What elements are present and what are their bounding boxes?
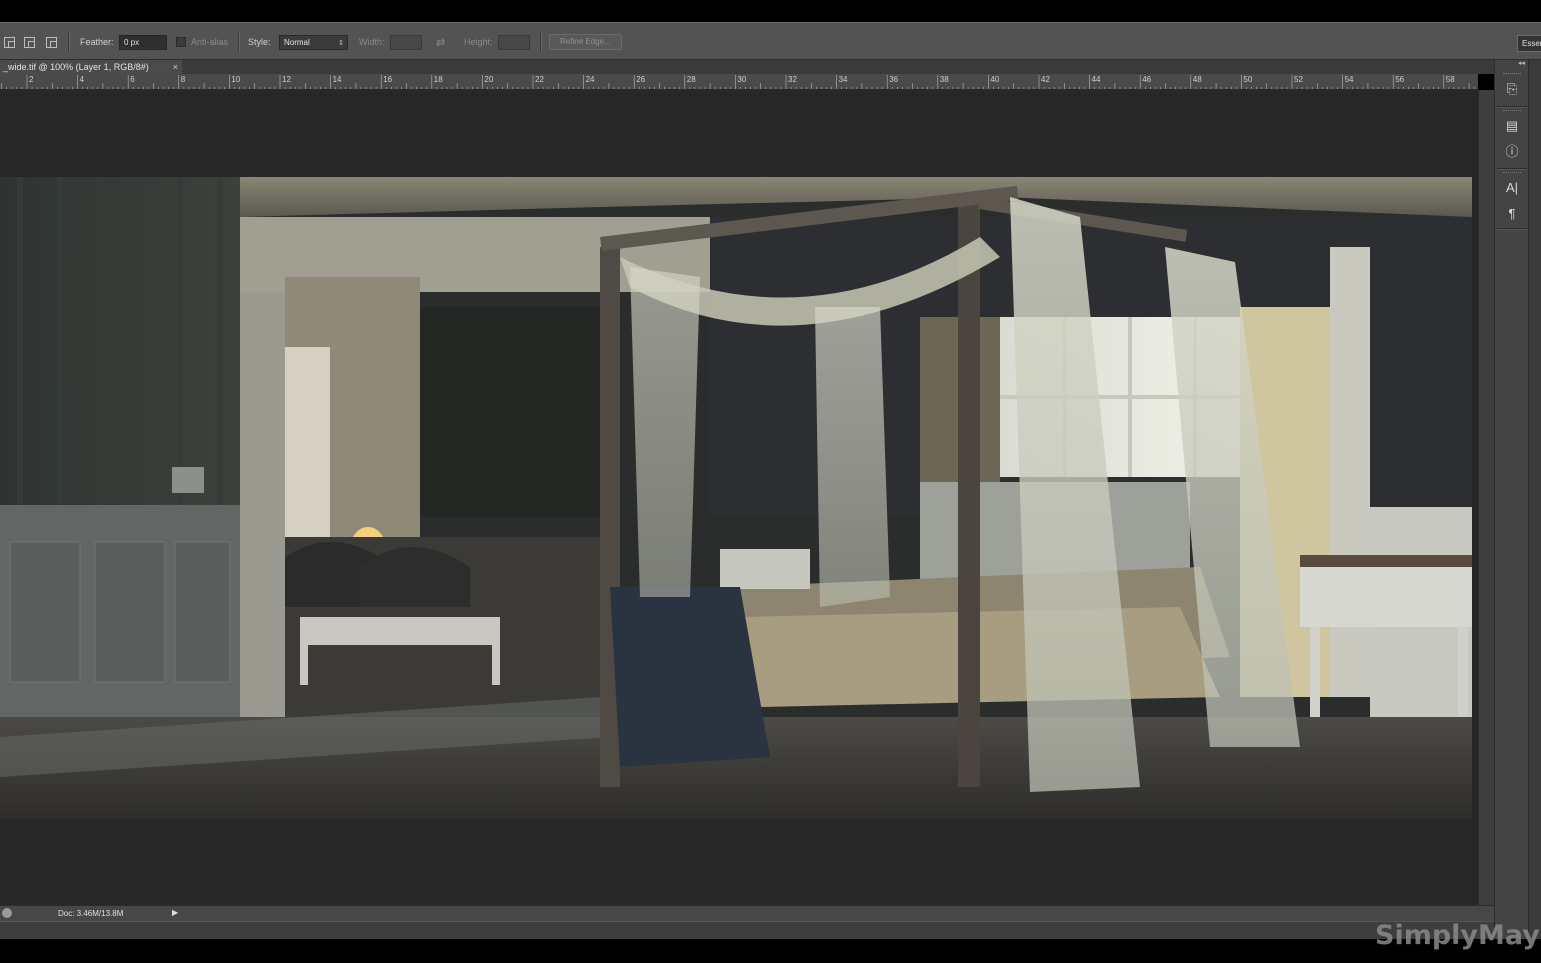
ruler-label: 46 — [1142, 75, 1152, 84]
antialias-checkbox[interactable] — [176, 37, 186, 47]
globe-icon[interactable] — [2, 908, 12, 918]
ruler-label: 50 — [1243, 75, 1253, 84]
ruler-label: 38 — [939, 75, 949, 84]
options-bar: Feather: 0 px Anti-alias Style: Normal ⇕… — [0, 22, 1541, 60]
ruler-label: 26 — [636, 75, 646, 84]
antialias-label: Anti-alias — [191, 37, 229, 47]
width-label: Width: — [359, 37, 385, 47]
panel-divider — [1497, 228, 1527, 230]
secondary-panel-strip — [1528, 60, 1541, 939]
menu-bar-area — [0, 0, 1541, 22]
feather-label: Feather: — [80, 37, 114, 47]
panel-grip[interactable] — [1503, 172, 1521, 175]
new-selection-icon[interactable] — [4, 23, 15, 61]
ruler-label: 32 — [788, 75, 797, 84]
ruler-label: 14 — [332, 75, 342, 84]
history-icon[interactable]: ⎘ — [1504, 81, 1520, 97]
ruler-label: 42 — [1041, 75, 1050, 84]
ruler-label: 54 — [1344, 75, 1354, 84]
ruler-label: 36 — [889, 75, 899, 84]
ruler-label: 56 — [1395, 75, 1405, 84]
ruler-label: 44 — [1091, 75, 1101, 84]
panel-grip[interactable] — [1503, 73, 1521, 76]
width-input[interactable] — [390, 34, 422, 50]
doc-size-info[interactable]: Doc: 3.46M/13.8M — [58, 909, 123, 918]
chevron-updown-icon: ⇕ — [338, 39, 344, 47]
ruler-label: 24 — [585, 75, 595, 84]
swap-icon[interactable]: ⇄ — [436, 36, 445, 49]
properties-icon[interactable]: ▤ — [1504, 118, 1520, 134]
paragraph-icon[interactable]: ¶ — [1504, 206, 1520, 222]
ruler-label: 40 — [990, 75, 1000, 84]
ruler-label: 12 — [282, 75, 291, 84]
ruler-label: 8 — [180, 75, 186, 84]
horizontal-scrollbar[interactable] — [0, 921, 1494, 939]
separator — [238, 32, 240, 52]
ruler-label: 48 — [1192, 75, 1202, 84]
feather-input[interactable]: 0 px — [119, 34, 167, 50]
ruler-label: 6 — [130, 75, 135, 84]
vertical-scrollbar[interactable] — [1478, 90, 1494, 905]
ruler-label: 10 — [231, 75, 241, 84]
panel-dock: ◂◂ ⎘ ▤ ⓘ A| ¶ — [1494, 60, 1528, 939]
ruler-label: 28 — [686, 75, 696, 84]
document-tab-title: _wide.tif @ 100% (Layer 1, RGB/8#) — [3, 62, 149, 72]
height-input[interactable] — [498, 34, 530, 50]
document-tab[interactable]: _wide.tif @ 100% (Layer 1, RGB/8#) × — [0, 60, 182, 74]
ruler-label: 18 — [433, 75, 443, 84]
separator — [68, 32, 70, 52]
watermark-logo: SimplyMaya — [1375, 920, 1541, 951]
ruler-label: 30 — [737, 75, 747, 84]
ruler-label: 16 — [383, 75, 393, 84]
panel-grip[interactable] — [1503, 110, 1521, 113]
ruler-label: 22 — [535, 75, 544, 84]
ruler-label: 2 — [29, 75, 34, 84]
workspace-button[interactable]: Essentials — [1517, 35, 1541, 52]
panel-divider — [1497, 106, 1527, 108]
separator — [540, 32, 542, 52]
ruler-label: 4 — [79, 75, 85, 84]
screen-bottom-area — [0, 939, 1541, 963]
ruler-label: 20 — [484, 75, 494, 84]
bedroom-render-image — [0, 177, 1472, 819]
status-menu-arrow-icon[interactable]: ▶ — [172, 908, 178, 917]
document-tab-strip: _wide.tif @ 100% (Layer 1, RGB/8#) × — [0, 60, 1494, 74]
add-to-selection-icon[interactable] — [24, 23, 35, 61]
status-bar: Doc: 3.46M/13.8M ▶ — [0, 905, 1494, 921]
ruler-label: 52 — [1294, 75, 1303, 84]
style-label: Style: — [248, 37, 271, 47]
horizontal-ruler[interactable]: 2 4 6 8 10 12 14 16 18 20 22 24 26 28 30 32 34 36 38 40 42 44… — [0, 74, 1478, 90]
ruler-label: 58 — [1445, 75, 1455, 84]
close-icon[interactable]: × — [173, 60, 178, 74]
collapse-panels-icon[interactable]: ◂◂ — [1495, 60, 1528, 68]
style-value: Normal — [284, 37, 310, 47]
refine-edge-button[interactable]: Refine Edge... — [549, 34, 622, 50]
character-icon[interactable]: A| — [1504, 180, 1520, 196]
panel-divider — [1497, 168, 1527, 170]
height-label: Height: — [464, 37, 493, 47]
intersect-selection-icon[interactable] — [46, 23, 57, 61]
info-icon[interactable]: ⓘ — [1504, 144, 1520, 160]
ruler-label: 34 — [838, 75, 848, 84]
style-dropdown[interactable]: Normal ⇕ — [279, 34, 348, 50]
